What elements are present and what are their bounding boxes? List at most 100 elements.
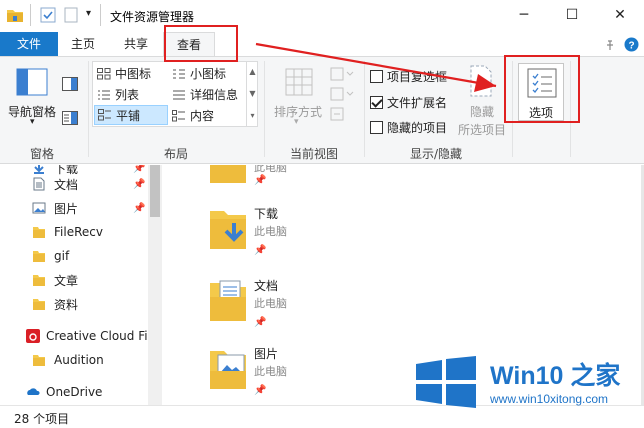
nav-item[interactable]: 文档 📌 <box>0 173 148 195</box>
toolbar-divider <box>100 4 101 26</box>
ribbon-tabs: 文件 主页 共享 查看 ? <box>0 32 644 57</box>
chevron-down-icon[interactable]: ▼ <box>247 83 258 105</box>
file-item[interactable]: 下载 此电脑 📌 <box>208 205 408 265</box>
window-title: 文件资源管理器 <box>110 10 195 24</box>
nav-item-label: gif <box>54 249 70 263</box>
title-bar: ▾ 文件资源管理器 ─ ☐ ✕ <box>0 0 644 32</box>
file-item[interactable]: 图片 此电脑 📌 <box>208 345 408 405</box>
nav-item-label: 资料 <box>54 297 79 312</box>
add-columns-icon[interactable] <box>330 87 354 101</box>
ribbon-divider <box>264 61 265 157</box>
nav-scrollbar-thumb[interactable] <box>150 165 160 217</box>
folder-icon <box>32 249 46 263</box>
nav-item[interactable]: FileRecv <box>0 221 148 243</box>
file-item[interactable]: 文档 此电脑 📌 <box>208 277 408 337</box>
nav-item[interactable]: 资料 <box>0 293 148 315</box>
status-bar: 28 个项目 <box>0 405 644 428</box>
folder-icon <box>210 165 246 183</box>
details-pane-icon[interactable] <box>62 111 78 125</box>
layout-small-icons[interactable]: 小图标 <box>172 65 226 82</box>
chevron-down-icon[interactable]: ▾ <box>294 117 299 127</box>
creative-cloud-icon <box>26 329 40 343</box>
navigation-pane: 下载 📌 文档 📌 图片 📌 FileRecv gif 文章 资料 Creative Cloud F… <box>0 165 162 405</box>
annotation-highlight-view-tab <box>164 25 238 62</box>
windows-logo-icon <box>416 356 476 408</box>
sort-by-icon[interactable] <box>284 67 314 97</box>
watermark-url: www.win10xitong.com <box>490 392 609 406</box>
details-icon <box>173 90 185 99</box>
pin-ribbon-icon[interactable] <box>604 39 616 51</box>
nav-item-label: Audition <box>54 353 104 367</box>
pin-icon: 📌 <box>254 175 267 186</box>
tab-file[interactable]: 文件 <box>0 32 58 56</box>
item-count: 28 个项目 <box>14 412 70 426</box>
file-extensions-toggle[interactable]: 文件扩展名 <box>370 94 447 111</box>
folder-icon <box>32 225 46 239</box>
pin-icon: 📌 <box>133 178 146 190</box>
folder-app-icon <box>7 10 23 22</box>
svg-text:?: ? <box>628 41 634 52</box>
properties-icon[interactable] <box>40 7 56 23</box>
nav-item-label: FileRecv <box>54 225 103 239</box>
nav-item[interactable]: Audition <box>0 349 148 371</box>
toolbar-divider <box>30 4 31 26</box>
layout-list[interactable]: 列表 <box>97 86 139 103</box>
tab-share[interactable]: 共享 <box>110 32 162 56</box>
hide-selected-items-icon[interactable] <box>468 65 494 97</box>
file-name: 文档 <box>254 279 279 293</box>
small-icons-icon <box>173 69 185 78</box>
layout-medium-icons[interactable]: 中图标 <box>97 65 151 82</box>
picture-icon <box>32 201 46 215</box>
nav-item-label: OneDrive <box>46 385 103 399</box>
layout-tiles[interactable]: 平铺 <box>94 105 168 125</box>
pin-icon: 📌 <box>254 385 267 396</box>
pin-icon: 📌 <box>254 245 267 256</box>
maximize-button[interactable]: ☐ <box>548 0 596 30</box>
folder-icon <box>32 297 46 311</box>
preview-pane-icon[interactable] <box>62 77 78 91</box>
download-folder-icon <box>208 205 248 251</box>
ribbon-divider <box>88 61 89 157</box>
navigation-pane-icon[interactable] <box>16 68 48 96</box>
hide-selected-label-2[interactable]: 所选项目 <box>458 121 506 138</box>
hide-selected-label-1[interactable]: 隐藏 <box>470 103 494 120</box>
close-button[interactable]: ✕ <box>596 0 644 30</box>
hidden-items-toggle[interactable]: 隐藏的项目 <box>370 119 447 136</box>
chevron-down-icon[interactable]: ▾ <box>30 117 35 127</box>
layout-gallery-scroll[interactable]: ▲ ▼ ▾ <box>246 61 258 127</box>
list-icon <box>98 90 110 99</box>
group-label-layout: 布局 <box>164 147 189 161</box>
new-folder-icon[interactable] <box>64 7 78 23</box>
group-label-panes: 窗格 <box>30 147 55 161</box>
nav-item[interactable]: Creative Cloud Fil <box>0 325 148 347</box>
size-columns-icon[interactable] <box>330 107 344 121</box>
annotation-highlight-options <box>504 55 580 123</box>
chevron-up-icon[interactable]: ▲ <box>247 61 258 83</box>
ribbon-divider <box>364 61 365 157</box>
nav-item[interactable]: 图片 📌 <box>0 197 148 219</box>
help-icon[interactable]: ? <box>624 37 639 52</box>
nav-item-label: Creative Cloud Fil <box>46 329 148 343</box>
nav-item[interactable]: gif <box>0 245 148 267</box>
file-extensions-checkbox[interactable] <box>370 96 383 109</box>
quick-access-dropdown-icon[interactable]: ▾ <box>86 8 91 19</box>
nav-scrollbar[interactable] <box>148 165 162 405</box>
minimize-button[interactable]: ─ <box>500 0 548 30</box>
nav-item[interactable]: OneDrive <box>0 381 148 403</box>
content-icon <box>172 109 185 121</box>
tab-home[interactable]: 主页 <box>58 32 108 56</box>
item-checkboxes-checkbox[interactable] <box>370 70 383 83</box>
nav-item-label: 文章 <box>54 273 79 288</box>
file-location: 此电脑 <box>254 365 287 378</box>
medium-icons-icon <box>97 67 111 79</box>
nav-item[interactable]: 文章 <box>0 269 148 291</box>
layout-details[interactable]: 详细信息 <box>172 86 238 103</box>
expand-gallery-icon[interactable]: ▾ <box>247 105 258 127</box>
item-checkboxes-toggle[interactable]: 项目复选框 <box>370 68 447 85</box>
group-by-icon[interactable] <box>330 67 354 81</box>
hidden-items-checkbox[interactable] <box>370 121 383 134</box>
layout-content[interactable]: 内容 <box>172 107 214 124</box>
watermark-brand: Win10 之家 <box>490 362 621 390</box>
file-location: 此电脑 <box>254 225 287 238</box>
tiles-icon <box>98 109 111 121</box>
